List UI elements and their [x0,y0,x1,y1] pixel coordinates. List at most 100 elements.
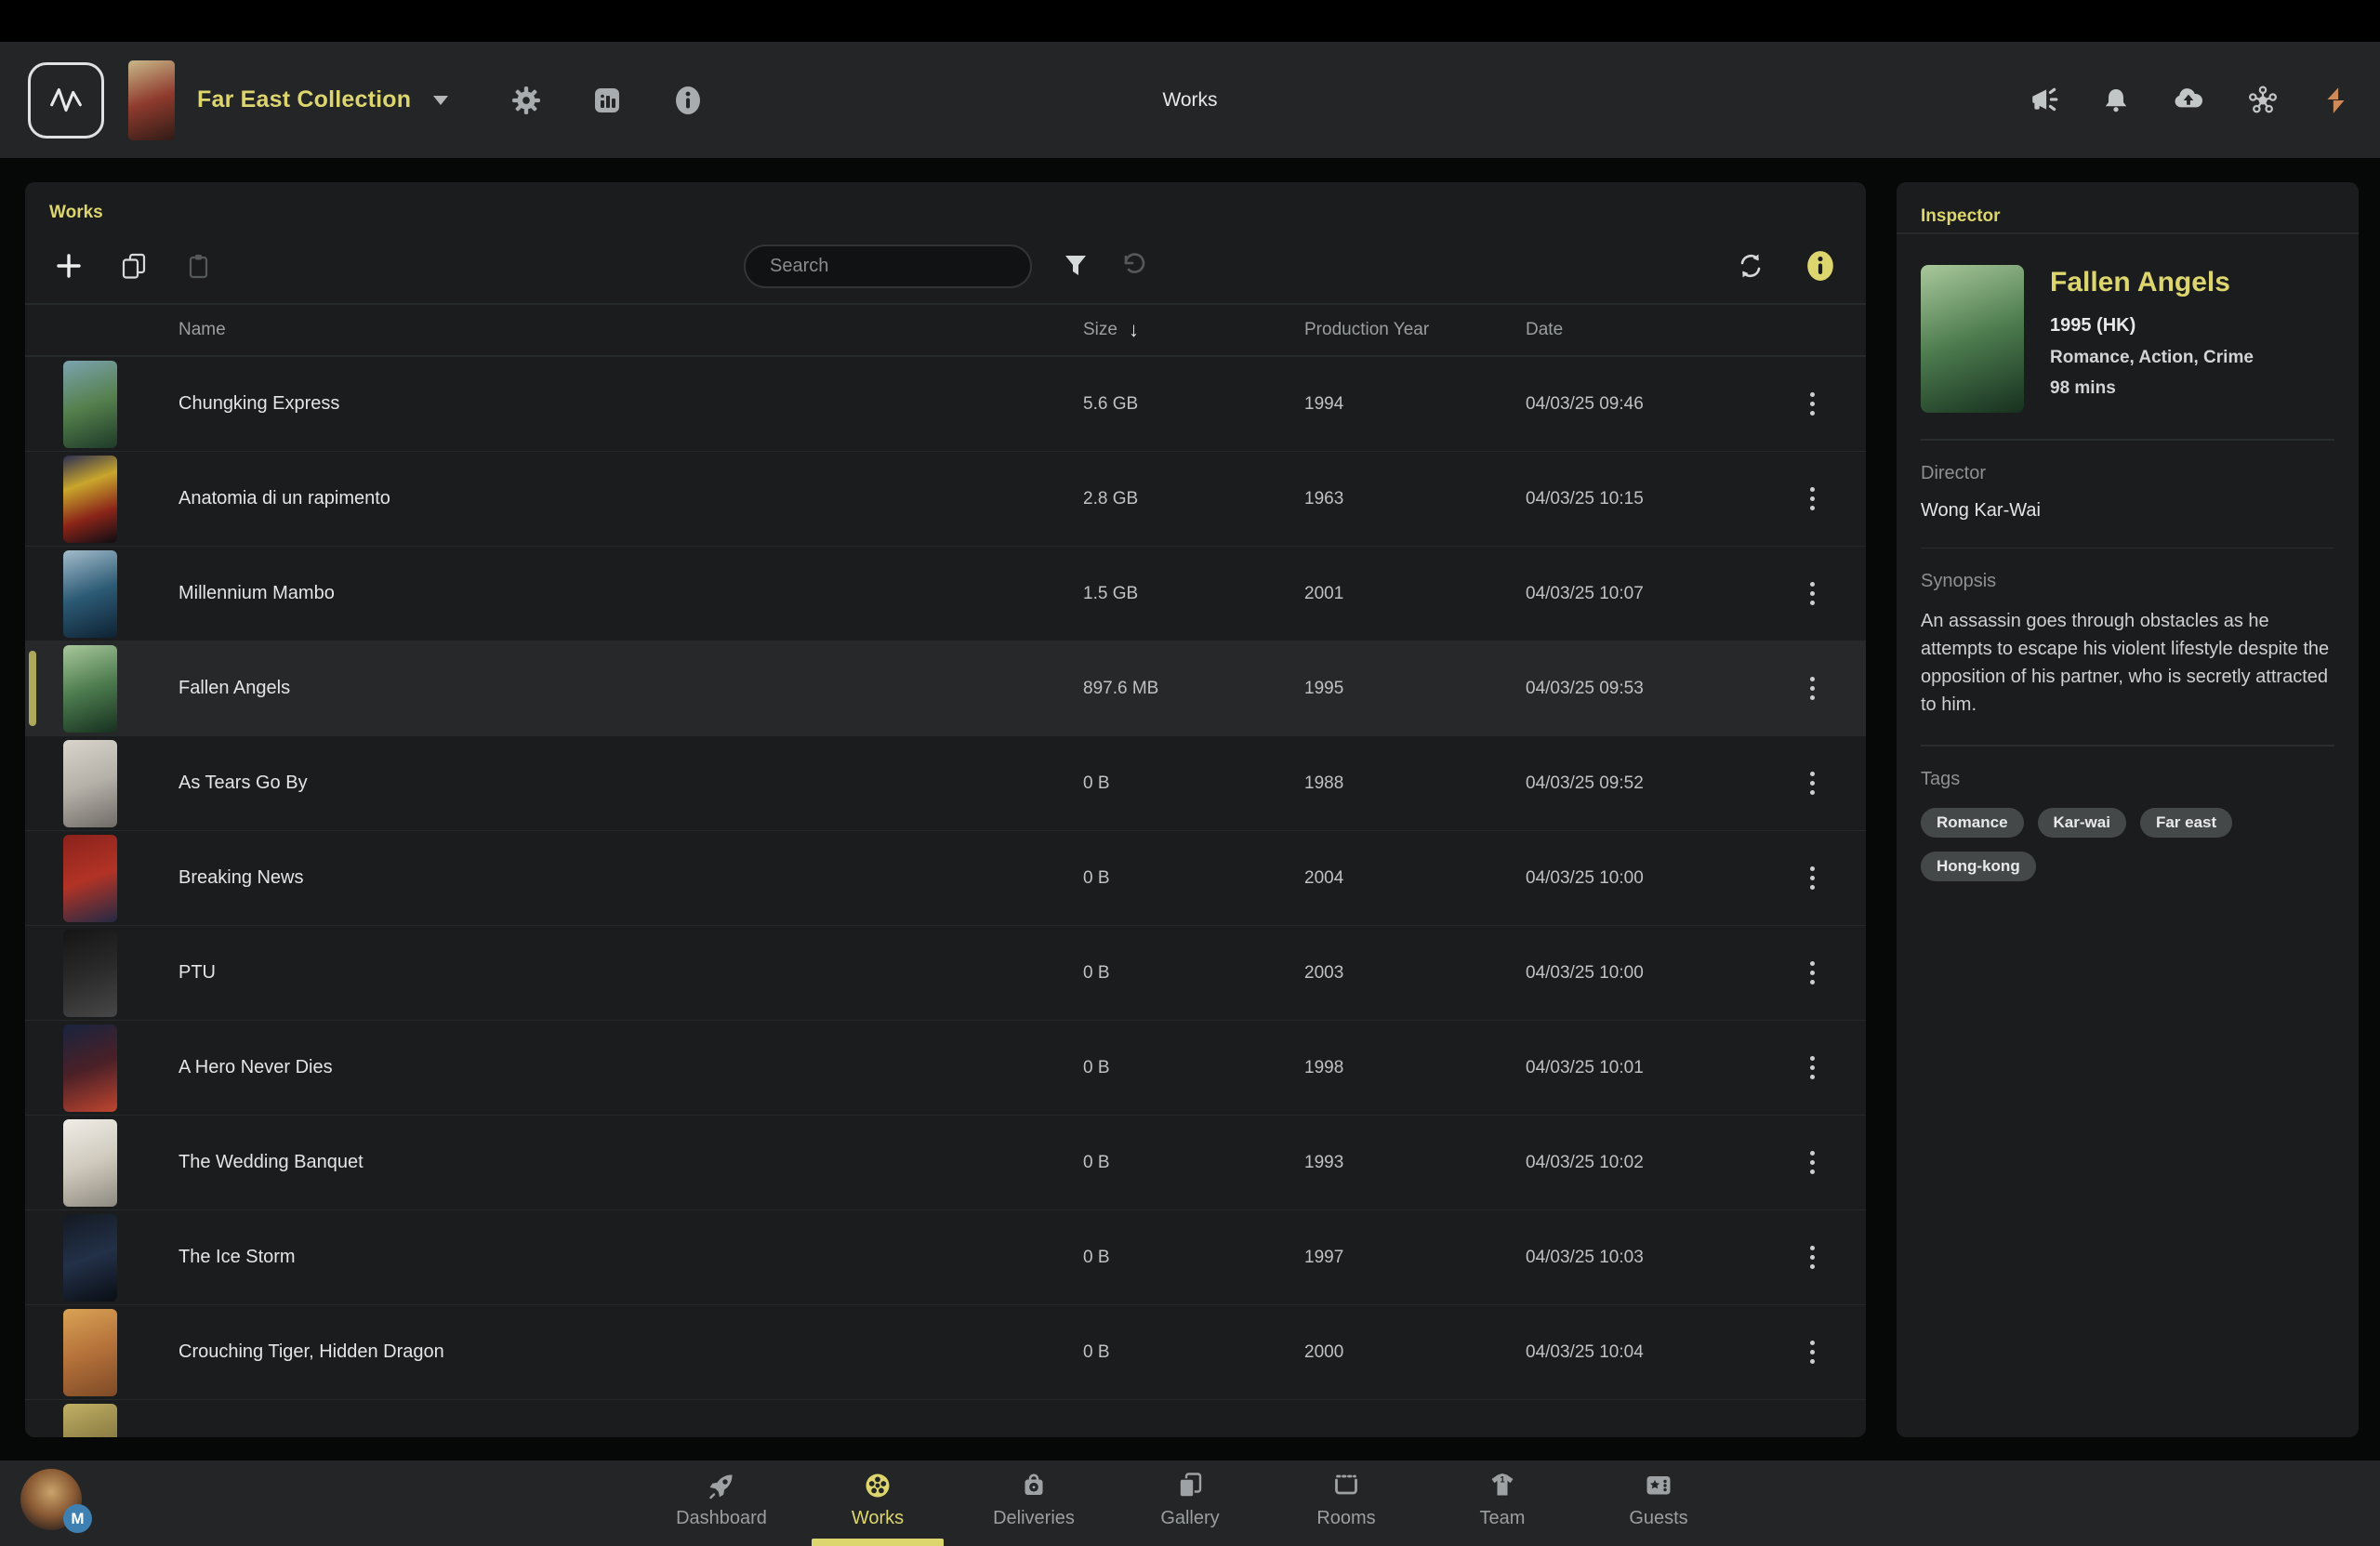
table-row[interactable]: Anatomia di un rapimento2.8 GB196304/03/… [25,452,1866,547]
cloud-upload-button[interactable] [2172,84,2205,117]
row-kebab-menu-icon[interactable] [1803,1049,1822,1087]
row-size: 0 B [1083,1342,1304,1363]
sync-icon [1736,251,1765,281]
gear-icon [511,86,541,115]
settings-button[interactable] [511,86,541,115]
row-kebab-menu-icon[interactable] [1803,669,1822,707]
nav-label: Gallery [1160,1508,1219,1529]
table-row[interactable]: Millennium Mambo1.5 GB200104/03/25 10:07 [25,547,1866,641]
row-kebab-menu-icon[interactable] [1803,385,1822,423]
toolbar-search-group [744,244,1147,288]
notifications-button[interactable] [2101,86,2131,115]
analytics-button[interactable] [593,86,621,114]
row-menu-cell [1758,859,1866,897]
row-date: 04/03/25 10:01 [1526,1058,1758,1078]
bottom-nav-items: Dashboard WorksDeliveries Gallery Rooms1Tea… [643,1460,1737,1546]
about-button[interactable] [673,86,703,115]
reset-button[interactable] [1119,252,1147,280]
works-panel-title: Works [25,182,1866,229]
row-year: 1995 [1304,679,1526,699]
table-row[interactable]: Crouching Tiger, Hidden Dragon0 B200004/… [25,1305,1866,1400]
column-label-year: Production Year [1304,320,1429,339]
row-name: Millennium Mambo [178,583,1083,604]
table-row[interactable]: The Ice Storm0 B199704/03/25 10:03 [25,1210,1866,1305]
row-name: A Hero Never Dies [178,1057,1083,1078]
row-kebab-menu-icon[interactable] [1803,1238,1822,1276]
search-input[interactable] [744,244,1032,288]
row-poster-thumbnail [63,1214,117,1302]
row-year: 2001 [1304,584,1526,604]
row-kebab-menu-icon[interactable] [1803,480,1822,518]
filter-button[interactable] [1062,252,1090,280]
nav-item-works[interactable]: Works [800,1460,956,1546]
nav-item-guests[interactable]: Guests [1580,1460,1737,1546]
nav-label: Guests [1629,1508,1687,1529]
row-poster-thumbnail [63,1119,117,1207]
row-kebab-menu-icon[interactable] [1803,764,1822,802]
copy-button[interactable] [120,252,148,280]
row-year: 1998 [1304,1058,1526,1078]
row-name: As Tears Go By [178,773,1083,794]
row-year: 2004 [1304,868,1526,889]
bell-icon [2101,86,2131,115]
column-header-year[interactable]: Production Year [1304,320,1526,340]
guests-card-icon [1644,1470,1673,1501]
sync-activity-button[interactable] [2320,85,2352,116]
row-year: 1993 [1304,1153,1526,1173]
row-name: Chungking Express [178,393,1083,415]
director-value: Wong Kar-Wai [1921,500,2334,522]
table-row[interactable]: As Tears Go By0 B198804/03/25 09:52 [25,736,1866,831]
nav-item-team[interactable]: 1Team [1424,1460,1580,1546]
collection-title[interactable]: Far East Collection [197,86,411,113]
table-row[interactable]: Fallen Angels897.6 MB199504/03/25 09:53 [25,641,1866,736]
synopsis-section: Synopsis An assassin goes through obstac… [1897,548,2359,745]
nav-item-rooms[interactable]: Rooms [1268,1460,1424,1546]
rooms-board-icon [1331,1470,1361,1501]
nav-item-gallery[interactable]: Gallery [1112,1460,1268,1546]
toggle-inspector-button[interactable] [1805,250,1836,282]
chevron-down-icon[interactable] [433,96,448,105]
works-toolbar [25,229,1866,303]
add-work-button[interactable] [55,252,83,280]
nav-label: Team [1480,1508,1526,1529]
column-header-name[interactable]: Name [25,320,1083,340]
row-kebab-menu-icon[interactable] [1803,859,1822,897]
table-row[interactable]: A Hero Never Dies0 B199804/03/25 10:01 [25,1021,1866,1116]
row-poster-thumbnail [63,1024,117,1112]
nav-item-deliveries[interactable]: Deliveries [956,1460,1112,1546]
window-top-strip [0,0,2380,42]
row-name: Crouching Tiger, Hidden Dragon [178,1341,1083,1363]
row-year: 2000 [1304,1342,1526,1363]
refresh-button[interactable] [1736,251,1765,281]
bottom-nav: M Dashboard WorksDeliveries Gallery Rooms1T… [0,1460,2380,1546]
table-row[interactable]: The Wedding Banquet0 B199304/03/25 10:02 [25,1116,1866,1210]
column-header-size[interactable]: Size ↓ [1083,318,1304,342]
row-size: 0 B [1083,1058,1304,1078]
row-date: 04/03/25 10:00 [1526,868,1758,889]
column-header-date[interactable]: Date [1526,320,1758,340]
table-row[interactable]: Chungking Express5.6 GB199404/03/25 09:4… [25,357,1866,452]
nav-label: Dashboard [676,1508,767,1529]
network-button[interactable] [2246,84,2280,117]
table-row[interactable]: PTU0 B200304/03/25 10:00 [25,926,1866,1021]
row-size: 897.6 MB [1083,679,1304,699]
row-kebab-menu-icon[interactable] [1803,1333,1822,1371]
nav-item-dashboard[interactable]: Dashboard [643,1460,800,1546]
table-row[interactable]: Breaking News0 B200404/03/25 10:00 [25,831,1866,926]
announcements-button[interactable] [2029,85,2060,116]
row-kebab-menu-icon[interactable] [1803,954,1822,992]
table-row-partial[interactable] [25,1400,1866,1435]
movie-year-country: 1995 (HK) [2050,315,2254,337]
paste-button[interactable] [185,252,213,280]
app-logo-button[interactable] [28,62,104,139]
row-poster-thumbnail [63,1404,117,1437]
info-icon-active [1805,250,1836,282]
row-date: 04/03/25 10:07 [1526,584,1758,604]
user-avatar-wrap: M [20,1469,82,1530]
row-menu-cell [1758,669,1866,707]
row-menu-cell [1758,480,1866,518]
row-menu-cell [1758,1143,1866,1182]
row-kebab-menu-icon[interactable] [1803,1143,1822,1182]
movie-genres: Romance, Action, Crime [2050,348,2254,368]
row-kebab-menu-icon[interactable] [1803,575,1822,613]
